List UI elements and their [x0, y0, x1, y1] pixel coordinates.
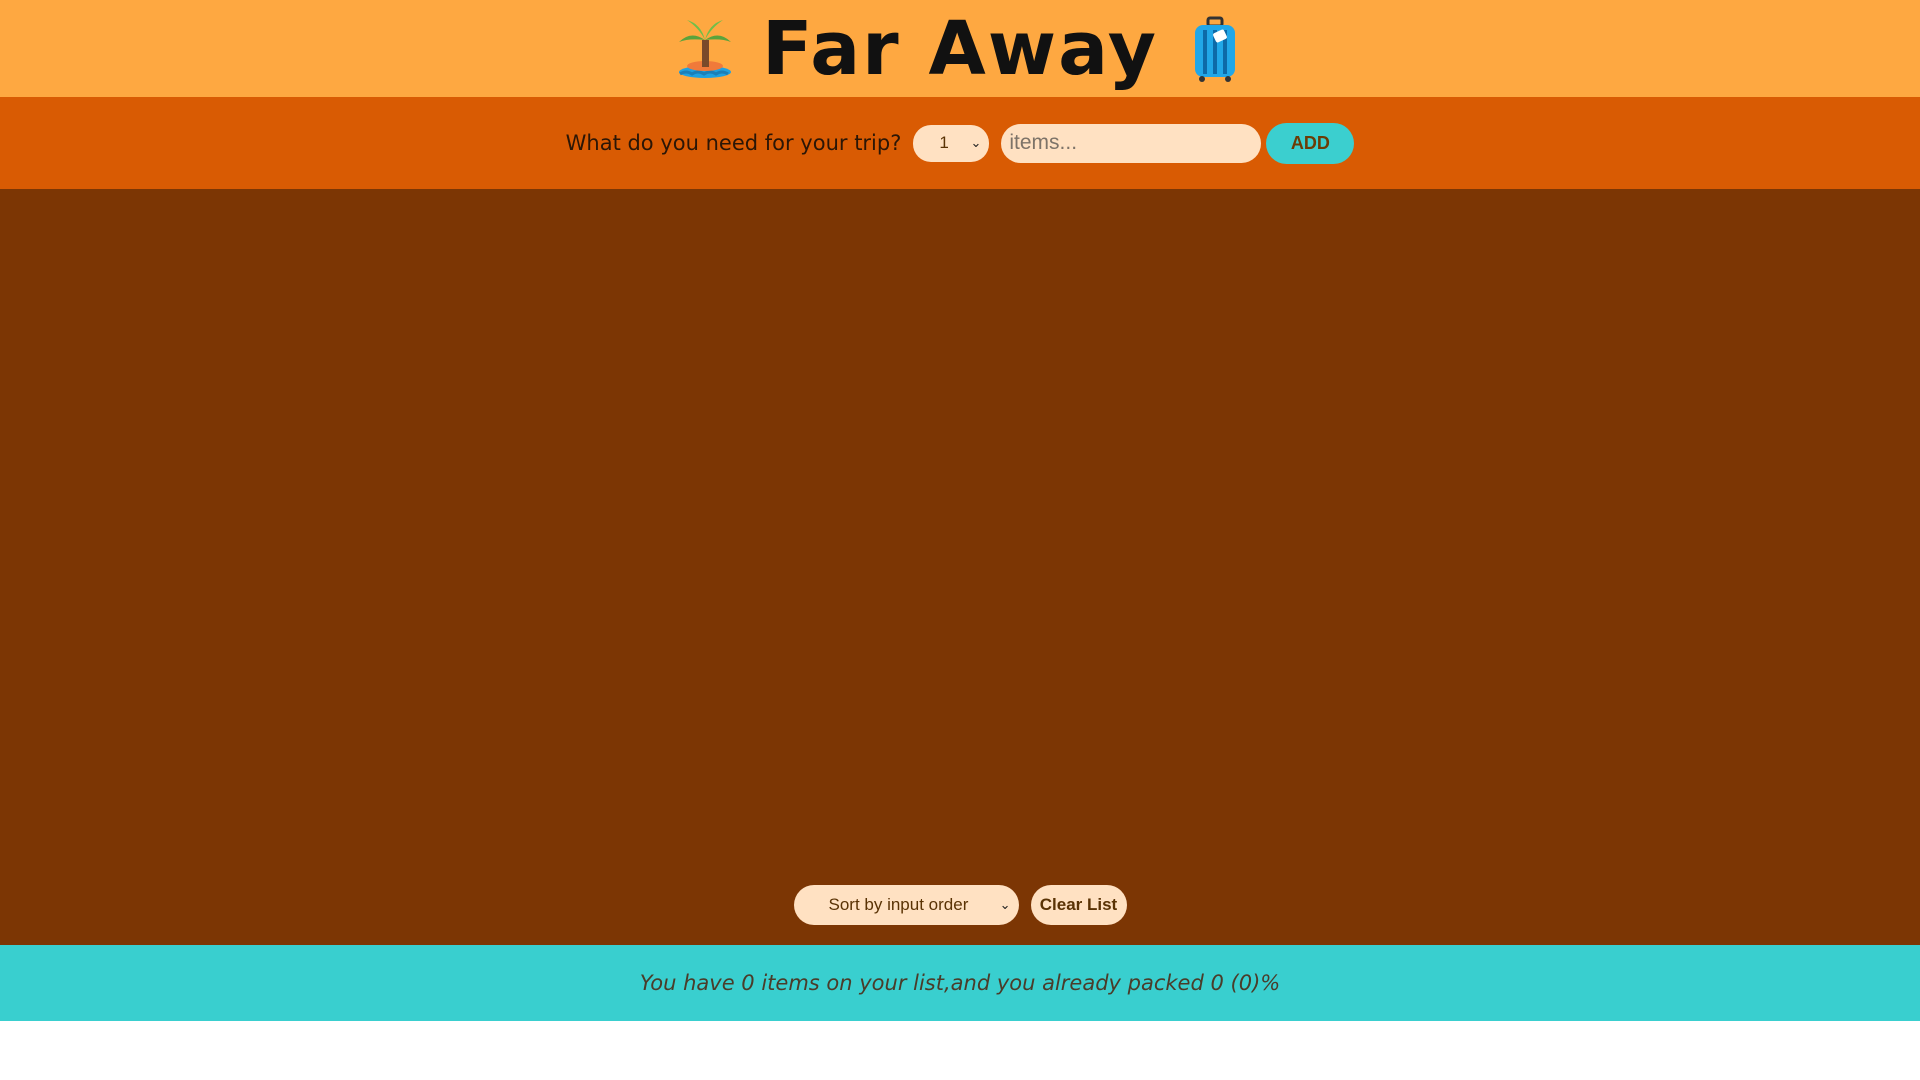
- form-prompt: What do you need for your trip?: [565, 131, 902, 155]
- sort-select[interactable]: Sort by input order ⌄: [793, 885, 1019, 925]
- stats-text: You have 0 items on your list,and you al…: [639, 971, 1281, 995]
- item-input[interactable]: items...: [1001, 123, 1262, 163]
- app-title: Far Away: [762, 5, 1158, 92]
- list-actions: Sort by input order ⌄ Clear List: [0, 885, 1920, 925]
- clear-list-button[interactable]: Clear List: [1030, 885, 1127, 925]
- chevron-down-icon: ⌄: [970, 135, 982, 150]
- luggage-icon: [1194, 16, 1235, 82]
- chevron-down-icon: ⌄: [999, 897, 1011, 912]
- stats-footer: You have 0 items on your list,and you al…: [0, 945, 1920, 1021]
- sort-value: Sort by input order: [828, 895, 969, 914]
- add-button[interactable]: ADD: [1266, 122, 1355, 164]
- add-item-form: What do you need for your trip? 1 ⌄ item…: [0, 97, 1920, 189]
- quantity-value: 1: [939, 133, 949, 152]
- app-header: Far Away: [0, 0, 1920, 97]
- palm-island-icon: [679, 19, 732, 78]
- packing-list: [0, 189, 1920, 945]
- item-input-placeholder: items...: [1009, 131, 1078, 154]
- quantity-select[interactable]: 1 ⌄: [913, 124, 990, 162]
